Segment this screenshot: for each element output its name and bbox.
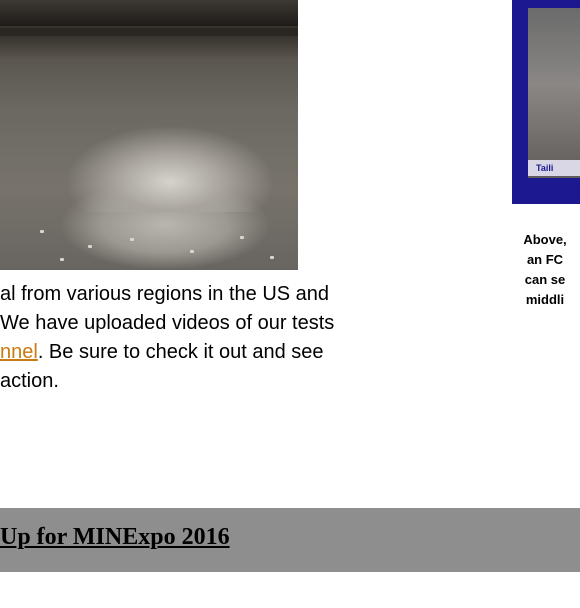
gravel-speck — [60, 258, 64, 261]
photo-tag: Taili — [528, 160, 580, 176]
gravel-pile — [30, 82, 300, 212]
section-title[interactable]: Up for MINExpo 2016 — [0, 524, 230, 551]
crushed-material-photo — [0, 0, 300, 270]
photo-caption: Above, an FC can se middli — [510, 230, 580, 310]
truck-rail — [0, 0, 298, 26]
article-line: We have uploaded videos of our tests — [0, 312, 335, 334]
separator-photo-frame: Taili — [512, 0, 580, 204]
youtube-channel-link[interactable]: nnel — [0, 341, 38, 363]
caption-line: Above, — [523, 232, 567, 247]
gravel-speck — [240, 236, 244, 239]
gravel-speck — [130, 238, 134, 241]
caption-line: can se — [524, 272, 566, 287]
gravel-speck — [88, 245, 92, 248]
article-paragraph: al from various regions in the US and We… — [0, 280, 440, 396]
article-line: action. — [0, 370, 59, 392]
caption-line: an FC — [526, 252, 564, 267]
article-line: al from various regions in the US and — [0, 283, 330, 305]
gravel-speck — [270, 256, 274, 259]
caption-line: middli — [525, 292, 565, 307]
section-header-bar: Up for MINExpo 2016 — [0, 508, 580, 572]
truck-bar — [0, 28, 298, 36]
gravel-speck — [40, 230, 44, 233]
gravel-speck — [190, 250, 194, 253]
separator-photo — [528, 8, 580, 178]
article-line: nnel. Be sure to check it out and see — [0, 338, 440, 367]
article-line-rest: . Be sure to check it out and see — [37, 341, 324, 363]
